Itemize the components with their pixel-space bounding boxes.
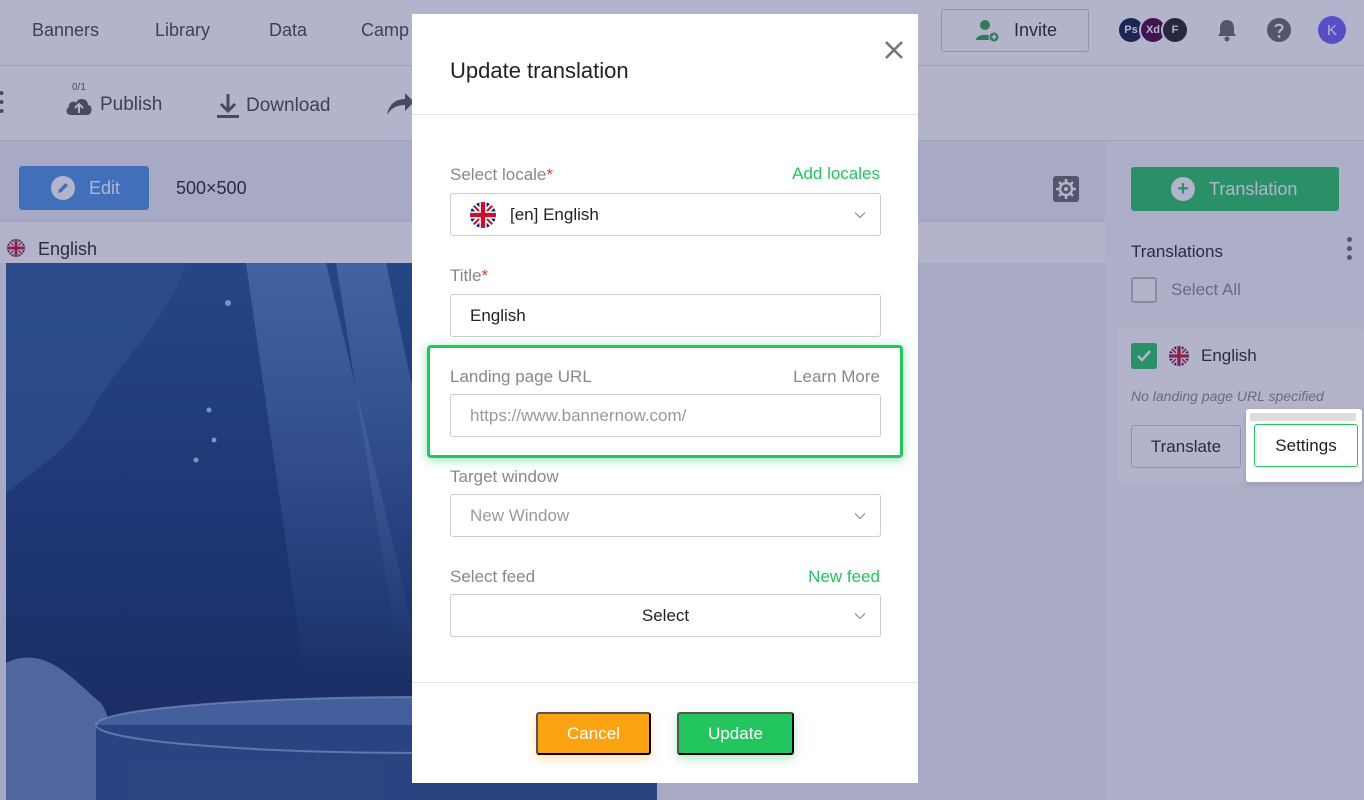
modal-header-divider: [412, 114, 918, 115]
settings-highlight: Settings: [1246, 409, 1362, 482]
update-button[interactable]: Update: [677, 712, 794, 755]
add-locales-link[interactable]: Add locales: [792, 164, 880, 184]
title-value: English: [470, 305, 526, 325]
cancel-button[interactable]: Cancel: [536, 712, 651, 755]
new-feed-link[interactable]: New feed: [808, 567, 880, 587]
modal-footer-divider: [412, 682, 918, 683]
target-window-value: New Window: [470, 505, 570, 525]
feed-select[interactable]: Select: [450, 594, 881, 637]
feed-label: Select feed: [450, 567, 536, 586]
title-label: Title*: [450, 266, 489, 285]
landing-url-label: Landing page URL: [450, 367, 592, 386]
feed-value: Select: [641, 605, 690, 625]
locale-value: [en] English: [510, 204, 599, 224]
target-window-label: Target window: [450, 467, 559, 486]
landing-url-input[interactable]: https://www.bannernow.com/: [450, 394, 881, 437]
locale-select[interactable]: [en] English: [450, 193, 881, 236]
uk-flag-icon: [470, 201, 496, 228]
close-icon[interactable]: [882, 38, 906, 62]
settings-button[interactable]: Settings: [1254, 424, 1358, 467]
learn-more-link[interactable]: Learn More: [793, 367, 880, 387]
landing-url-placeholder: https://www.bannernow.com/: [470, 405, 687, 425]
target-window-select[interactable]: New Window: [450, 494, 881, 537]
update-translation-modal: Update translation Select locale* Add lo…: [412, 14, 918, 783]
modal-title: Update translation: [450, 58, 629, 83]
chevron-down-icon: [854, 513, 866, 520]
chevron-down-icon: [854, 613, 866, 620]
title-input[interactable]: English: [450, 294, 881, 337]
locale-label: Select locale*: [450, 165, 554, 184]
chevron-down-icon: [854, 212, 866, 219]
